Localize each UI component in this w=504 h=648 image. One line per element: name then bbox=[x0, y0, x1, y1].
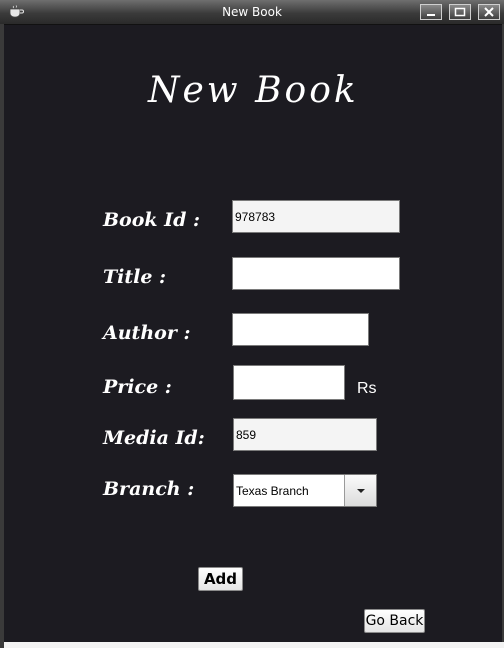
chevron-down-icon bbox=[357, 489, 365, 493]
maximize-button[interactable] bbox=[449, 4, 471, 20]
close-icon bbox=[484, 7, 494, 17]
title-label: Title : bbox=[103, 266, 167, 288]
minimize-button[interactable] bbox=[420, 4, 442, 20]
media-id-field[interactable] bbox=[233, 418, 377, 451]
author-field[interactable] bbox=[232, 313, 369, 346]
page-heading: New Book bbox=[148, 70, 359, 111]
title-bar[interactable]: New Book bbox=[0, 0, 504, 25]
book-id-label: Book Id : bbox=[103, 209, 200, 231]
minimize-icon bbox=[427, 14, 435, 16]
price-unit-label: Rs bbox=[357, 380, 377, 397]
branch-select[interactable]: Texas Branch bbox=[233, 474, 377, 507]
book-id-field[interactable] bbox=[232, 200, 400, 233]
branch-label: Branch : bbox=[103, 478, 195, 500]
branch-selected-value: Texas Branch bbox=[236, 484, 309, 498]
go-back-button[interactable]: Go Back bbox=[364, 609, 425, 633]
window-bottom-edge bbox=[4, 642, 504, 648]
author-label: Author : bbox=[103, 322, 191, 344]
maximize-icon bbox=[454, 7, 466, 17]
branch-dropdown-button[interactable] bbox=[344, 475, 376, 506]
title-field[interactable] bbox=[232, 257, 400, 290]
price-field[interactable] bbox=[233, 365, 345, 400]
window-border-left bbox=[0, 24, 4, 648]
media-id-label: Media Id: bbox=[103, 427, 205, 449]
new-book-window: New Book New Book Book Id : Title : Auth… bbox=[0, 0, 504, 648]
add-button[interactable]: Add bbox=[198, 567, 243, 591]
close-button[interactable] bbox=[478, 4, 500, 20]
price-label: Price : bbox=[103, 376, 172, 398]
